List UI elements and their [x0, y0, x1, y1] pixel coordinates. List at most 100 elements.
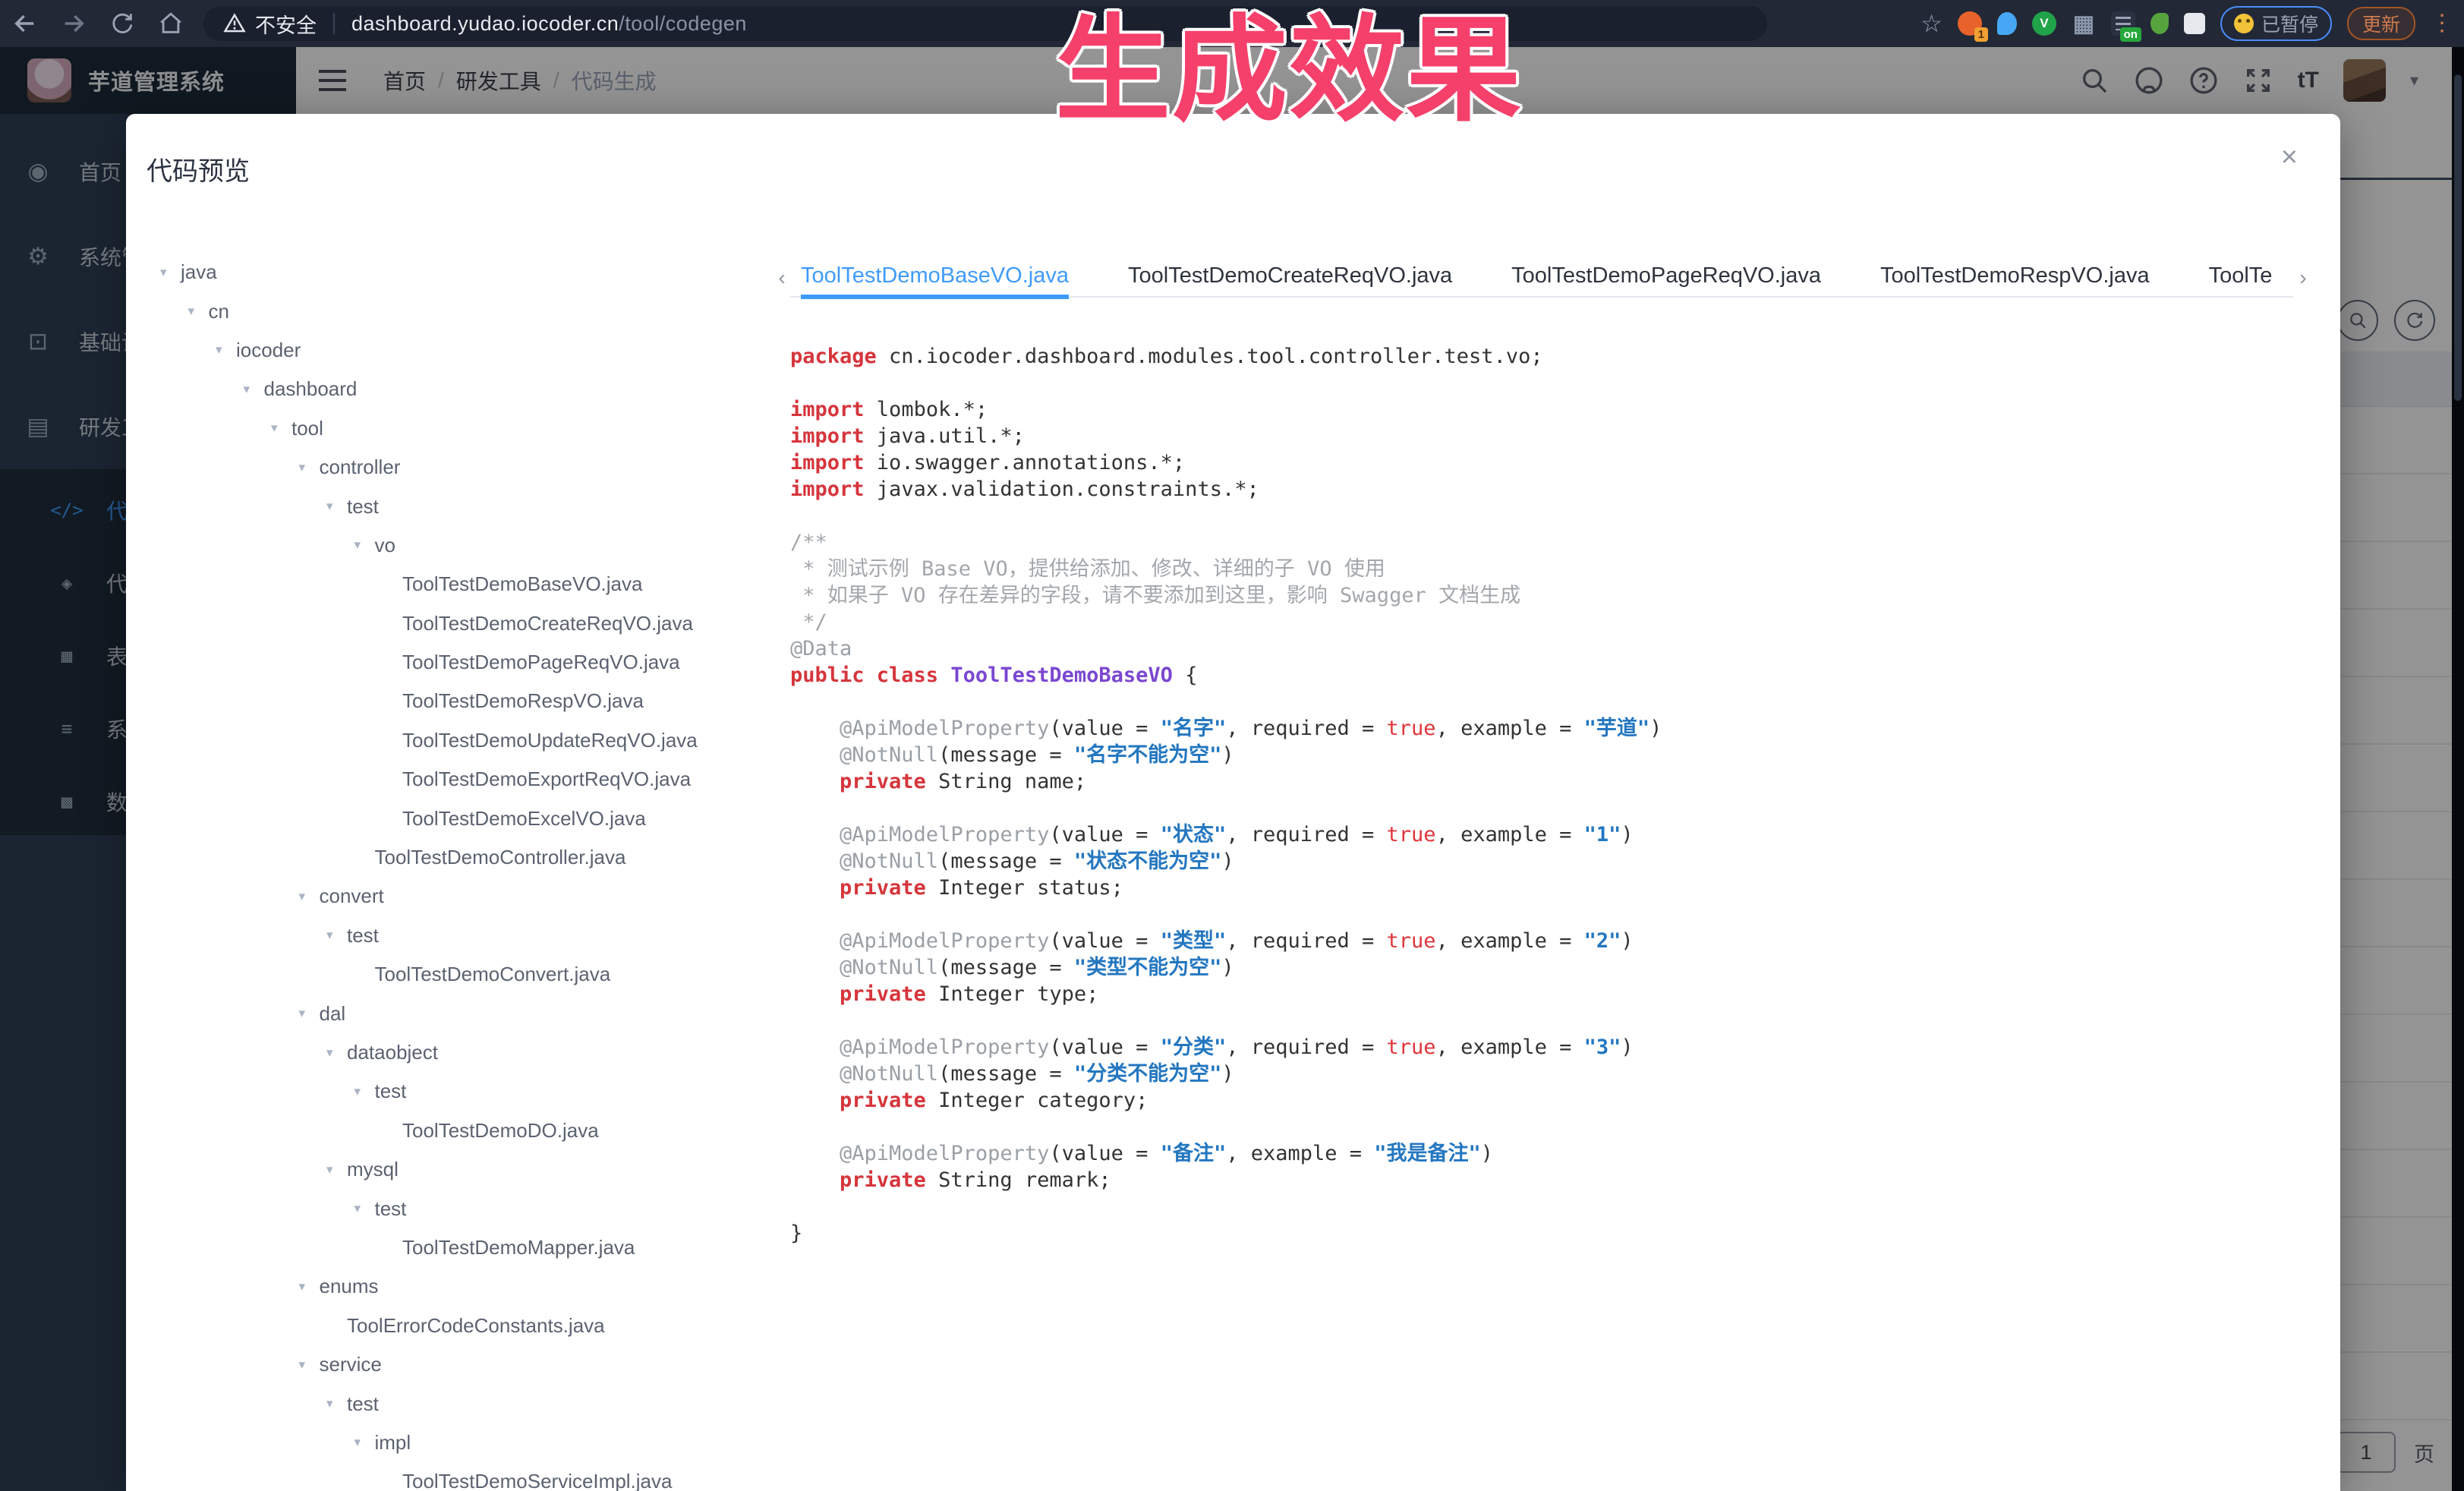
tree-caret-icon: ▾	[299, 460, 320, 475]
tree-node[interactable]: ToolTestDemoMapper.java	[126, 1228, 771, 1267]
scrollbar-thumb[interactable]	[2454, 74, 2462, 401]
tree-node-label: dataobject	[347, 1041, 438, 1064]
tree-node[interactable]: ▾dataobject	[126, 1033, 771, 1072]
file-tab[interactable]: ToolTestDemoRespVO.java	[1880, 257, 2150, 299]
file-tab[interactable]: ToolTestDemoBaseVO.java	[801, 257, 1069, 299]
tree-node[interactable]: ▾dal	[126, 994, 771, 1032]
file-tabs: ‹ ToolTestDemoBaseVO.java ToolTestDemoCre…	[772, 257, 2313, 299]
code-content: package cn.iocoder.dashboard.modules.too…	[790, 343, 2310, 1247]
tree-node[interactable]: ToolTestDemoUpdateReqVO.java	[126, 721, 771, 760]
code-preview-dialog: 代码预览 × ▾java▾cn▾iocoder▾dashboard▾tool▾c…	[126, 114, 2340, 1491]
tree-node[interactable]: ▾test	[126, 916, 771, 955]
code-line	[790, 1193, 2310, 1220]
code-line: private Integer category;	[790, 1087, 2310, 1114]
browser-right-cluster: ☆ 1 V ▦ on 已暂停 更新 ⋮	[1920, 0, 2453, 47]
file-tab[interactable]: ToolTestDemoPageReqVO.java	[1511, 257, 1821, 299]
code-line: @ApiModelProperty(value = "类型", required…	[790, 928, 2310, 954]
tree-node[interactable]: ▾impl	[126, 1423, 771, 1462]
tree-node-label: test	[375, 1080, 407, 1103]
extension-badge: 1	[1974, 27, 1988, 42]
tree-node[interactable]: ToolTestDemoDO.java	[126, 1111, 771, 1150]
tree-node[interactable]: ToolTestDemoExportReqVO.java	[126, 760, 771, 799]
tree-caret-icon: ▾	[326, 1396, 347, 1411]
tree-node-label: dal	[320, 1002, 346, 1026]
tree-node-label: vo	[375, 534, 395, 557]
tree-node[interactable]: ToolTestDemoRespVO.java	[126, 682, 771, 720]
tree-caret-icon: ▾	[299, 1357, 320, 1373]
tree-caret-icon: ▾	[354, 1435, 375, 1450]
tree-node[interactable]: ▾controller	[126, 448, 771, 487]
tree-node[interactable]: ▾enums	[126, 1267, 771, 1306]
browser-nav	[0, 11, 184, 36]
update-button[interactable]: 更新	[2347, 7, 2415, 40]
tree-node[interactable]: ToolTestDemoPageReqVO.java	[126, 643, 771, 682]
page-scrollbar[interactable]	[2452, 47, 2464, 1491]
tree-node-label: ToolTestDemoMapper.java	[402, 1236, 635, 1259]
tree-caret-icon: ▾	[326, 499, 347, 514]
tree-node[interactable]: ToolTestDemoExcelVO.java	[126, 799, 771, 837]
tree-caret-icon: ▾	[326, 1162, 347, 1177]
annotation-text: 生成效果	[1055, 11, 1523, 132]
code-line: @ApiModelProperty(value = "状态", required…	[790, 821, 2310, 848]
tree-node[interactable]: ▾cn	[126, 292, 771, 330]
tree-node-label: ToolTestDemoExcelVO.java	[402, 807, 646, 831]
code-line: @ApiModelProperty(value = "名字", required…	[790, 715, 2310, 742]
bookmark-star-icon[interactable]: ☆	[1920, 9, 1943, 38]
tree-node[interactable]: ToolTestDemoCreateReqVO.java	[126, 604, 771, 643]
tree-node-label: ToolTestDemoRespVO.java	[402, 689, 644, 713]
code-line	[790, 901, 2310, 928]
tabs-scroll-right-icon[interactable]: ›	[2293, 266, 2313, 290]
home-icon[interactable]	[158, 11, 184, 36]
ext-green-v-icon[interactable]: V	[2032, 11, 2056, 36]
tree-node[interactable]: ▾mysql	[126, 1150, 771, 1189]
code-line: /**	[790, 529, 2310, 556]
ext-plant-icon[interactable]	[2150, 13, 2169, 34]
paused-extension-button[interactable]: 已暂停	[2220, 6, 2332, 41]
code-line: @NotNull(message = "名字不能为空")	[790, 742, 2310, 768]
ext-orange-icon[interactable]: 1	[1958, 11, 1982, 36]
tree-caret-icon: ▾	[216, 342, 236, 358]
tree-node[interactable]: ▾dashboard	[126, 370, 771, 408]
ext-grid-icon[interactable]: ▦	[2072, 11, 2096, 36]
tabs-scroll-left-icon[interactable]: ‹	[772, 266, 792, 290]
forward-icon[interactable]	[61, 11, 87, 36]
tree-node[interactable]: ToolTestDemoController.java	[126, 838, 771, 877]
tree-node[interactable]: ▾tool	[126, 409, 771, 448]
tree-node[interactable]: ▾java	[126, 253, 771, 292]
not-secure-warning-icon	[223, 12, 246, 35]
tree-node[interactable]: ▾test	[126, 1072, 771, 1111]
tree-node[interactable]: ToolTestDemoServiceImpl.java	[126, 1462, 771, 1491]
tree-node[interactable]: ▾vo	[126, 526, 771, 565]
paused-label: 已暂停	[2261, 10, 2318, 37]
tree-node[interactable]: ▾iocoder	[126, 331, 771, 370]
tree-node[interactable]: ▾convert	[126, 877, 771, 916]
tree-node-label: ToolTestDemoPageReqVO.java	[402, 651, 680, 674]
tree-node-label: service	[320, 1353, 382, 1376]
tree-node-label: ToolTestDemoDO.java	[402, 1119, 599, 1143]
tree-node-label: iocoder	[236, 339, 301, 362]
tree-node[interactable]: ▾service	[126, 1345, 771, 1384]
close-icon[interactable]: ×	[2281, 143, 2298, 172]
ext-list-icon[interactable]: on	[2111, 11, 2135, 36]
tree-node[interactable]: ToolTestDemoBaseVO.java	[126, 565, 771, 604]
code-line: private String remark;	[790, 1167, 2310, 1193]
tree-node[interactable]: ▾test	[126, 1189, 771, 1228]
reload-icon[interactable]	[109, 11, 135, 36]
file-tab[interactable]: ToolTe	[2209, 257, 2273, 299]
code-line: }	[790, 1220, 2310, 1247]
file-tree: ▾java▾cn▾iocoder▾dashboard▾tool▾controll…	[126, 253, 771, 1491]
ext-puzzle-icon[interactable]	[2184, 13, 2205, 34]
url-bar[interactable]: 不安全 dashboard.yudao.iocoder.cn/tool/code…	[203, 6, 1767, 41]
tree-node[interactable]: ▾test	[126, 487, 771, 525]
code-line: */	[790, 609, 2310, 635]
ext-drop-icon[interactable]	[1997, 12, 2017, 35]
file-tab[interactable]: ToolTestDemoCreateReqVO.java	[1128, 257, 1452, 299]
tree-caret-icon: ▾	[160, 265, 181, 280]
tree-node-label: ToolTestDemoExportReqVO.java	[402, 768, 691, 791]
tree-node-label: dashboard	[264, 377, 358, 401]
back-icon[interactable]	[12, 11, 38, 36]
browser-menu-icon[interactable]: ⋮	[2431, 12, 2453, 35]
tree-node[interactable]: ToolTestDemoConvert.java	[126, 955, 771, 994]
tree-node[interactable]: ToolErrorCodeConstants.java	[126, 1307, 771, 1345]
tree-node[interactable]: ▾test	[126, 1384, 771, 1423]
